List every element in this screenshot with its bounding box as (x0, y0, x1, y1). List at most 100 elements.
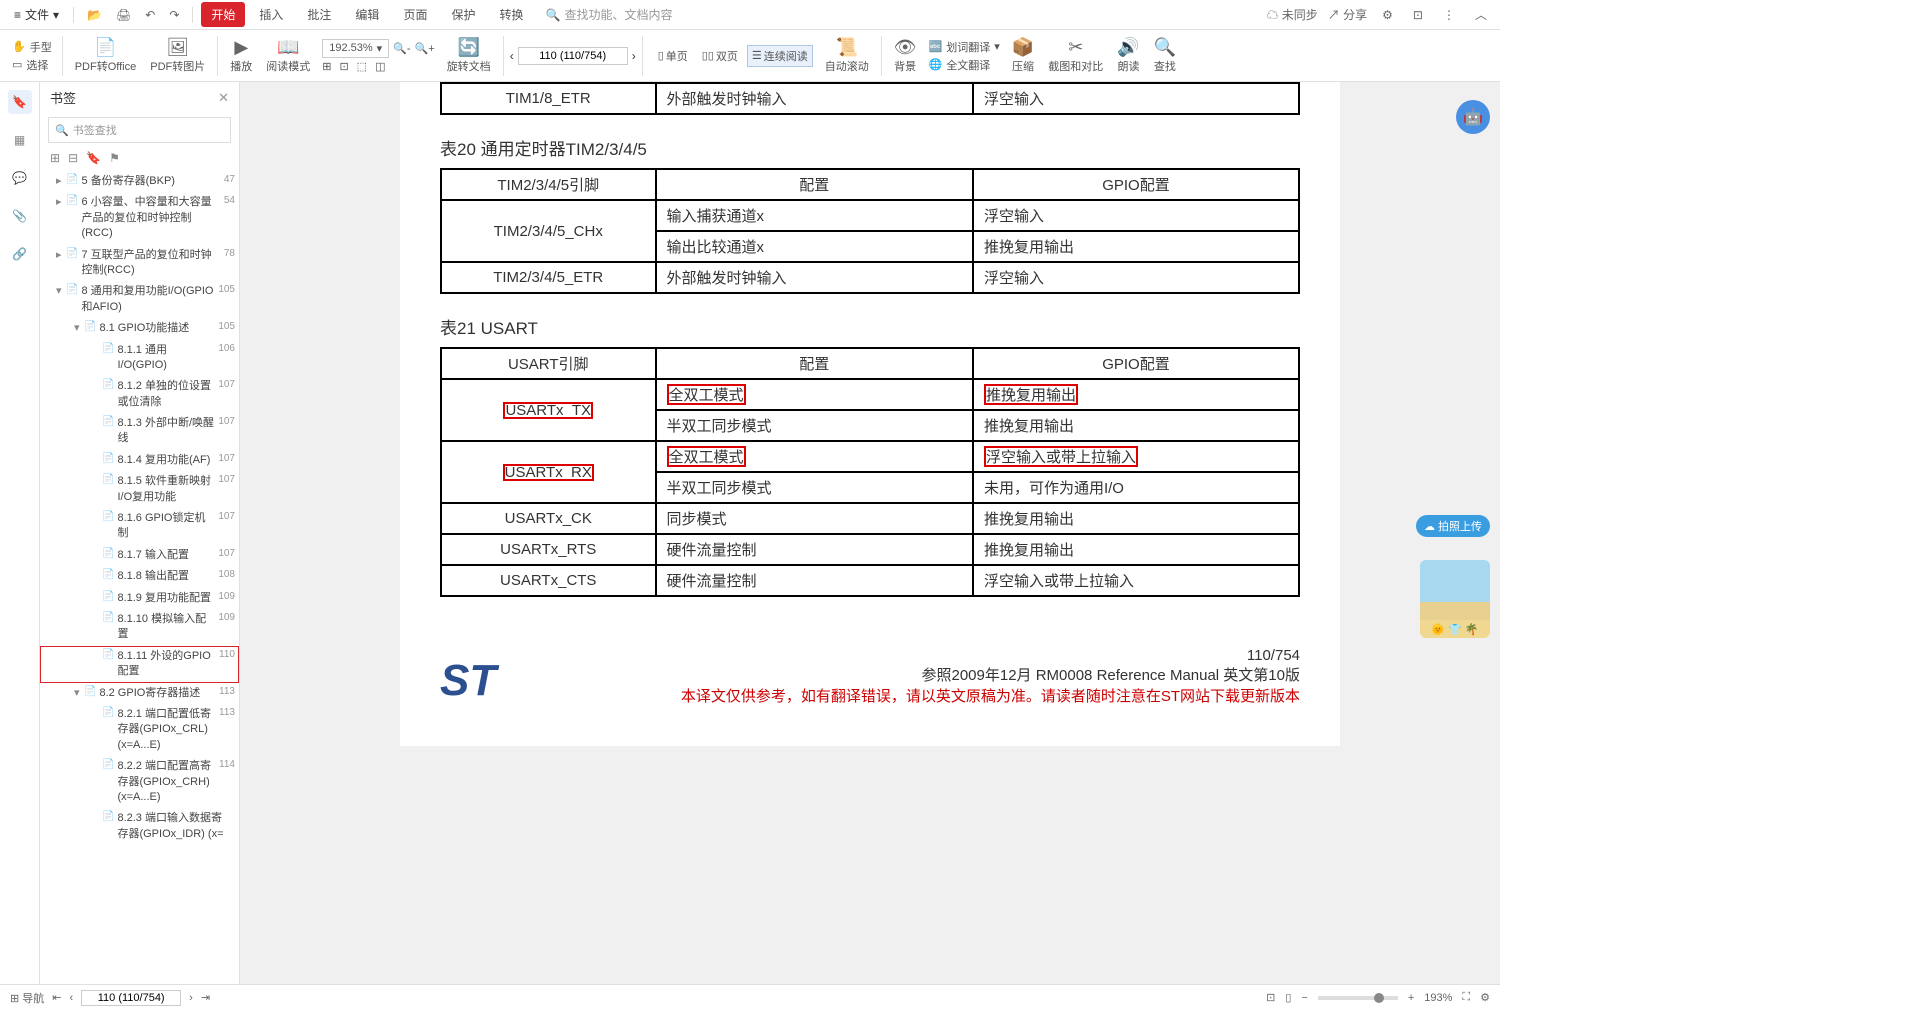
zoom-in-icon[interactable]: 🔍+ (415, 42, 435, 55)
redo-icon[interactable]: ↷ (164, 5, 184, 25)
bookmark-node[interactable]: ▾📄8.2 GPIO寄存器描述113 (40, 683, 239, 704)
bookmark-node[interactable]: 📄8.1.6 GPIO锁定机制107 (40, 508, 239, 545)
tab-edit[interactable]: 编辑 (345, 2, 389, 27)
bookmark-node[interactable]: ▾📄8.1 GPIO功能描述105 (40, 318, 239, 339)
bookmark-node[interactable]: 📄8.1.8 输出配置108 (40, 566, 239, 587)
fit-icon[interactable]: ⊡ (1266, 991, 1275, 1004)
line-translate[interactable]: 🔤 划词翻译 ▾ (929, 39, 1000, 55)
bookmark-node[interactable]: 📄8.1.1 通用I/O(GPIO)106 (40, 340, 239, 377)
bookmark-node[interactable]: 📄8.1.10 模拟输入配置109 (40, 609, 239, 646)
tab-page[interactable]: 页面 (393, 2, 437, 27)
bookmark-node[interactable]: 📄8.1.9 复用功能配置109 (40, 588, 239, 609)
upload-button[interactable]: ☁ 拍照上传 (1416, 515, 1490, 537)
gear-icon[interactable]: ⚙ (1377, 5, 1398, 25)
next-page-icon[interactable]: › (632, 49, 636, 63)
layers-icon[interactable]: 🔗 (8, 242, 32, 266)
tab-insert[interactable]: 插入 (249, 2, 293, 27)
play-button[interactable]: ▶播放 (224, 37, 258, 74)
bookmark-node[interactable]: 📄8.2.1 端口配置低寄存器(GPIOx_CRL) (x=A...E)113 (40, 704, 239, 756)
auto-scroll[interactable]: 📜自动滚动 (819, 37, 875, 74)
zoom-out-status-icon[interactable]: − (1301, 992, 1307, 1004)
bookmark-node[interactable]: 📄8.1.5 软件重新映射I/O复用功能107 (40, 471, 239, 508)
bookmark-node[interactable]: 📄8.1.3 外部中断/唤醒线107 (40, 413, 239, 450)
prev-page-status-icon[interactable]: ‹ (70, 992, 74, 1004)
select-tool[interactable]: ▭ 选择 (12, 57, 52, 73)
search-box[interactable]: 🔍 查找功能、文档内容 (545, 6, 672, 23)
menu-bar: ≡ 文件 ▾ 📂 🖨 ↶ ↷ 开始 插入 批注 编辑 页面 保护 转换 🔍 查找… (0, 0, 1500, 30)
nav-toggle[interactable]: ⊞ 导航 (10, 990, 44, 1006)
continuous[interactable]: ☰ 连续阅读 (747, 45, 813, 67)
bookmark-search[interactable]: 🔍 书签查找 (48, 117, 231, 143)
bookmark-node[interactable]: 📄8.2.3 端口输入数据寄存器(GPIOx_IDR) (x= (40, 808, 239, 845)
first-page-icon[interactable]: ⇤ (52, 991, 61, 1004)
read-aloud[interactable]: 🔊朗读 (1111, 37, 1145, 74)
bookmark-node[interactable]: 📄8.2.2 端口配置高寄存器(GPIOx_CRH) (x=A...E)114 (40, 756, 239, 808)
open-icon[interactable]: 📂 (82, 5, 107, 25)
scan-icon[interactable]: ⊡ (1408, 5, 1428, 25)
actual-size-icon[interactable]: ⬚ (357, 60, 367, 73)
bookmark-node[interactable]: ▸📄6 小容量、中容量和大容量产品的复位和时钟控制(RCC)54 (40, 192, 239, 244)
fit-visible-icon[interactable]: ◫ (375, 60, 385, 73)
thumbnails-icon[interactable]: ▦ (8, 128, 32, 152)
tab-protect[interactable]: 保护 (441, 2, 485, 27)
compress[interactable]: 📦压缩 (1006, 37, 1040, 74)
bookmark-node[interactable]: ▸📄5 备份寄存器(BKP)47 (40, 171, 239, 192)
zoom-out-icon[interactable]: 🔍- (393, 42, 410, 55)
expand-all-icon[interactable]: ⊞ (50, 151, 60, 165)
tab-convert[interactable]: 转换 (489, 2, 533, 27)
find[interactable]: 🔍查找 (1148, 37, 1182, 74)
undo-icon[interactable]: ↶ (140, 5, 160, 25)
bookmarks-title: 书签 (50, 88, 76, 107)
more-icon[interactable]: ⋮ (1438, 5, 1460, 25)
last-page-icon[interactable]: ⇥ (201, 991, 210, 1004)
bookmark-node[interactable]: 📄8.1.11 外设的GPIO配置110 (40, 646, 239, 683)
zoom-level[interactable]: 192.53% ▾ (322, 39, 389, 58)
collapse-all-icon[interactable]: ⊟ (68, 151, 78, 165)
zoom-slider[interactable] (1318, 996, 1398, 1000)
bookmark-add-icon[interactable]: 🔖 (86, 151, 101, 165)
status-bar: ⊞ 导航 ⇤ ‹ › ⇥ ⊡ ▯ − + 193% ⛶ ⚙ (0, 984, 1500, 1010)
rotate-doc[interactable]: 🔄旋转文档 (441, 37, 497, 74)
fit-width-icon[interactable]: ⊞ (322, 60, 331, 73)
double-page[interactable]: ▯▯ 双页 (697, 45, 743, 67)
layout-icon[interactable]: ▯ (1285, 991, 1291, 1004)
bookmark-node[interactable]: 📄8.1.2 单独的位设置或位清除107 (40, 376, 239, 413)
pdf-to-office[interactable]: 📄PDF转Office (69, 37, 143, 74)
full-translate[interactable]: 🌐 全文翻译 (929, 57, 1000, 73)
zoom-in-status-icon[interactable]: + (1408, 992, 1414, 1004)
thumbnail-caption: 🌞 👕 🌴 (1420, 620, 1490, 638)
hand-tool[interactable]: ✋ 手型 (12, 39, 52, 55)
settings-status-icon[interactable]: ⚙ (1480, 991, 1490, 1004)
bookmark-node[interactable]: 📄8.1.4 复用功能(AF)107 (40, 450, 239, 471)
fullscreen-icon[interactable]: ⛶ (1462, 991, 1470, 1004)
collapse-icon[interactable]: ︿ (1470, 3, 1492, 26)
background[interactable]: 👁背景 (888, 37, 923, 74)
print-icon[interactable]: 🖨 (111, 5, 136, 25)
document-area[interactable]: TIM1/8_ETR 外部触发时钟输入 浮空输入 表20 通用定时器TIM2/3… (240, 82, 1500, 984)
bookmarks-panel: 书签 ✕ 🔍 书签查找 ⊞ ⊟ 🔖 ⚑ ▸📄5 备份寄存器(BKP)47▸📄6 … (40, 82, 240, 984)
file-menu[interactable]: ≡ 文件 ▾ (8, 4, 65, 25)
bookmark-node[interactable]: ▾📄8 通用和复用功能I/O(GPIO和AFIO)105 (40, 281, 239, 318)
fit-page-icon[interactable]: ⊡ (339, 60, 348, 73)
bookmark-flag-icon[interactable]: ⚑ (109, 151, 120, 165)
read-mode[interactable]: 📖阅读模式 (260, 37, 316, 74)
bookmark-tree: ▸📄5 备份寄存器(BKP)47▸📄6 小容量、中容量和大容量产品的复位和时钟控… (40, 169, 239, 984)
next-page-status-icon[interactable]: › (189, 992, 193, 1004)
attachments-icon[interactable]: 📎 (8, 204, 32, 228)
prev-page-icon[interactable]: ‹ (510, 49, 514, 63)
bookmark-node[interactable]: 📄8.1.7 输入配置107 (40, 545, 239, 566)
assistant-icon[interactable]: 🤖 (1456, 100, 1490, 134)
bookmark-node[interactable]: ▸📄7 互联型产品的复位和时钟控制(RCC)78 (40, 245, 239, 282)
close-panel-icon[interactable]: ✕ (218, 90, 229, 106)
bookmarks-icon[interactable]: 🔖 (8, 90, 32, 114)
single-page[interactable]: ▯ 单页 (653, 45, 693, 67)
sync-status[interactable]: ☁ 未同步 (1266, 6, 1317, 23)
pdf-to-image[interactable]: 🖼PDF转图片 (144, 37, 211, 74)
tab-start[interactable]: 开始 (201, 2, 245, 27)
comments-icon[interactable]: 💬 (8, 166, 32, 190)
crop-compare[interactable]: ✂截图和对比 (1042, 37, 1109, 74)
tab-annotate[interactable]: 批注 (297, 2, 341, 27)
page-input[interactable] (518, 47, 628, 65)
status-page-input[interactable] (81, 990, 181, 1006)
share-button[interactable]: ↗ 分享 (1328, 6, 1367, 23)
